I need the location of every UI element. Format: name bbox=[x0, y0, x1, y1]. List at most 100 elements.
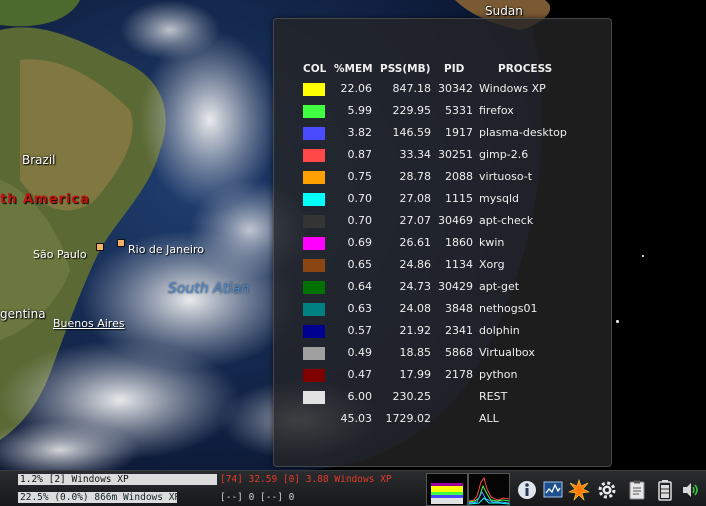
process-row[interactable]: 0.69 26.61 1860 kwin bbox=[274, 232, 611, 254]
mem-percent-cell: 0.57 bbox=[347, 324, 373, 337]
pss-mb-cell: 1729.02 bbox=[385, 412, 432, 425]
info-icon[interactable] bbox=[516, 479, 538, 501]
mem-percent-cell: 0.87 bbox=[347, 148, 373, 161]
column-header-mem: %MEM bbox=[334, 63, 373, 75]
pss-mb-cell: 27.07 bbox=[399, 214, 432, 227]
mem-percent-cell: 5.99 bbox=[347, 104, 373, 117]
map-label-sudan: Sudan bbox=[485, 4, 523, 18]
memory-usage-widget: COL %MEM PSS(MB) PID PROCESS 22.06 847.18… bbox=[273, 18, 612, 467]
process-name-cell: nethogs01 bbox=[479, 302, 538, 315]
temperature-monitor-text[interactable]: [74] 32.59 [0] 3.88 Windows XP bbox=[218, 474, 394, 485]
mem-percent-cell: 0.75 bbox=[347, 170, 373, 183]
pss-mb-cell: 18.85 bbox=[399, 346, 432, 359]
map-label-brazil: Brazil bbox=[22, 153, 56, 167]
star bbox=[642, 255, 644, 257]
pid-cell: 30469 bbox=[438, 214, 473, 227]
process-row[interactable]: 0.87 33.34 30251 gimp-2.6 bbox=[274, 144, 611, 166]
volume-icon[interactable] bbox=[680, 479, 702, 501]
column-header-process: PROCESS bbox=[498, 63, 553, 75]
map-label-rio-de-janeiro[interactable]: Rio de Janeiro bbox=[128, 243, 204, 256]
process-name-cell: Windows XP bbox=[479, 82, 546, 95]
burst-notification-icon[interactable] bbox=[568, 479, 590, 502]
pss-mb-cell: 28.78 bbox=[399, 170, 432, 183]
process-row[interactable]: 0.70 27.07 30469 apt-check bbox=[274, 210, 611, 232]
pss-mb-cell: 27.08 bbox=[399, 192, 432, 205]
pid-cell: 1134 bbox=[445, 258, 473, 271]
battery-icon[interactable] bbox=[654, 479, 676, 501]
mem-percent-cell: 0.65 bbox=[347, 258, 373, 271]
pid-cell: 3848 bbox=[445, 302, 473, 315]
system-monitor-icon[interactable] bbox=[542, 479, 564, 501]
taskbar: 1.2% [2] Windows XP 22.5% (0.0%) 866m Wi… bbox=[0, 470, 706, 506]
process-row[interactable]: 0.75 28.78 2088 virtuoso-t bbox=[274, 166, 611, 188]
process-color-swatch bbox=[303, 325, 325, 338]
memory-graph-widget[interactable] bbox=[426, 473, 468, 506]
pid-cell: 1860 bbox=[445, 236, 473, 249]
process-color-swatch bbox=[303, 369, 325, 382]
mem-percent-cell: 0.69 bbox=[347, 236, 373, 249]
map-label-south-atlantic: South Atlan bbox=[168, 281, 250, 297]
pss-mb-cell: 24.08 bbox=[399, 302, 432, 315]
process-name-cell: ALL bbox=[479, 412, 499, 425]
map-label-buenos-aires[interactable]: Buenos Aires bbox=[53, 317, 125, 330]
process-row[interactable]: 0.65 24.86 1134 Xorg bbox=[274, 254, 611, 276]
process-color-swatch bbox=[303, 259, 325, 272]
clipboard-icon[interactable] bbox=[626, 479, 648, 501]
io-monitor-text[interactable]: [--] 0 [--] 0 bbox=[218, 492, 296, 503]
process-row[interactable]: 0.47 17.99 2178 python bbox=[274, 364, 611, 386]
process-row[interactable]: 0.57 21.92 2341 dolphin bbox=[274, 320, 611, 342]
pss-mb-cell: 17.99 bbox=[399, 368, 432, 381]
pid-cell: 2341 bbox=[445, 324, 473, 337]
pss-mb-cell: 33.34 bbox=[399, 148, 432, 161]
process-row[interactable]: 0.63 24.08 3848 nethogs01 bbox=[274, 298, 611, 320]
process-row[interactable]: 0.70 27.08 1115 mysqld bbox=[274, 188, 611, 210]
process-row[interactable]: 45.03 1729.02 ALL bbox=[274, 408, 611, 430]
process-name-cell: apt-check bbox=[479, 214, 534, 227]
mem-percent-cell: 3.82 bbox=[347, 126, 373, 139]
column-header-pss: PSS(MB) bbox=[380, 63, 431, 75]
mem-percent-cell: 6.00 bbox=[347, 390, 373, 403]
pid-cell: 1917 bbox=[445, 126, 473, 139]
process-name-cell: gimp-2.6 bbox=[479, 148, 529, 161]
map-label-south-america: th America bbox=[0, 192, 90, 207]
pss-mb-cell: 229.95 bbox=[392, 104, 432, 117]
settings-gear-icon[interactable] bbox=[596, 479, 618, 501]
process-color-swatch bbox=[303, 347, 325, 360]
process-color-swatch bbox=[303, 83, 325, 96]
pid-cell: 2088 bbox=[445, 170, 473, 183]
pss-mb-cell: 24.86 bbox=[399, 258, 432, 271]
star bbox=[616, 320, 619, 323]
mem-percent-cell: 0.64 bbox=[347, 280, 373, 293]
pid-cell: 30342 bbox=[438, 82, 473, 95]
map-label-argentina: gentina bbox=[0, 307, 46, 321]
process-color-swatch bbox=[303, 237, 325, 250]
pss-mb-cell: 21.92 bbox=[399, 324, 432, 337]
process-color-swatch bbox=[303, 281, 325, 294]
process-color-swatch bbox=[303, 127, 325, 140]
city-marker-sao-paulo[interactable] bbox=[96, 243, 104, 251]
process-color-swatch bbox=[303, 215, 325, 228]
pid-cell: 5868 bbox=[445, 346, 473, 359]
pid-cell: 2178 bbox=[445, 368, 473, 381]
pss-mb-cell: 230.25 bbox=[392, 390, 432, 403]
mem-percent-cell: 0.70 bbox=[347, 192, 373, 205]
column-header-pid: PID bbox=[444, 63, 465, 75]
pid-cell: 1115 bbox=[445, 192, 473, 205]
pid-cell: 5331 bbox=[445, 104, 473, 117]
network-graph-widget[interactable] bbox=[468, 473, 510, 506]
process-name-cell: virtuoso-t bbox=[479, 170, 533, 183]
map-label-sao-paulo[interactable]: São Paulo bbox=[33, 248, 87, 261]
ram-monitor-text[interactable]: 1.2% [2] Windows XP bbox=[18, 474, 217, 485]
process-row[interactable]: 3.82 146.59 1917 plasma-desktop bbox=[274, 122, 611, 144]
process-row[interactable]: 0.49 18.85 5868 Virtualbox bbox=[274, 342, 611, 364]
process-row[interactable]: 5.99 229.95 5331 firefox bbox=[274, 100, 611, 122]
process-name-cell: Virtualbox bbox=[479, 346, 535, 359]
city-marker-rio[interactable] bbox=[117, 239, 125, 247]
process-row[interactable]: 22.06 847.18 30342 Windows XP bbox=[274, 78, 611, 100]
mem-percent-cell: 22.06 bbox=[340, 82, 373, 95]
process-name-cell: kwin bbox=[479, 236, 505, 249]
cpu-monitor-text[interactable]: 22.5% (0.0%) 866m Windows XP bbox=[18, 492, 180, 503]
process-row[interactable]: 6.00 230.25 REST bbox=[274, 386, 611, 408]
process-color-swatch bbox=[303, 105, 325, 118]
process-row[interactable]: 0.64 24.73 30429 apt-get bbox=[274, 276, 611, 298]
